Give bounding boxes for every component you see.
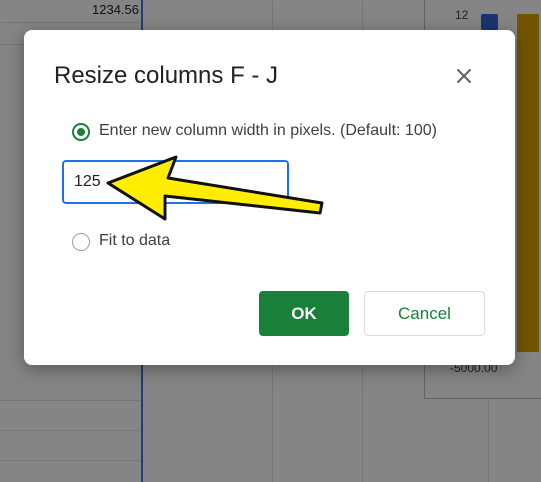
close-icon[interactable] (452, 64, 476, 88)
width-input[interactable] (62, 160, 289, 204)
resize-columns-dialog: Resize columns F - J Enter new column wi… (24, 30, 515, 365)
cancel-button[interactable]: Cancel (364, 291, 485, 336)
fit-to-data-label: Fit to data (99, 232, 171, 249)
radio-fit-to-data[interactable] (72, 233, 90, 251)
pixel-width-label: Enter new column width in pixels. (Defau… (99, 122, 437, 139)
radio-pixel-width[interactable] (72, 123, 90, 141)
ok-button[interactable]: OK (259, 291, 349, 336)
dialog-title: Resize columns F - J (54, 62, 279, 89)
